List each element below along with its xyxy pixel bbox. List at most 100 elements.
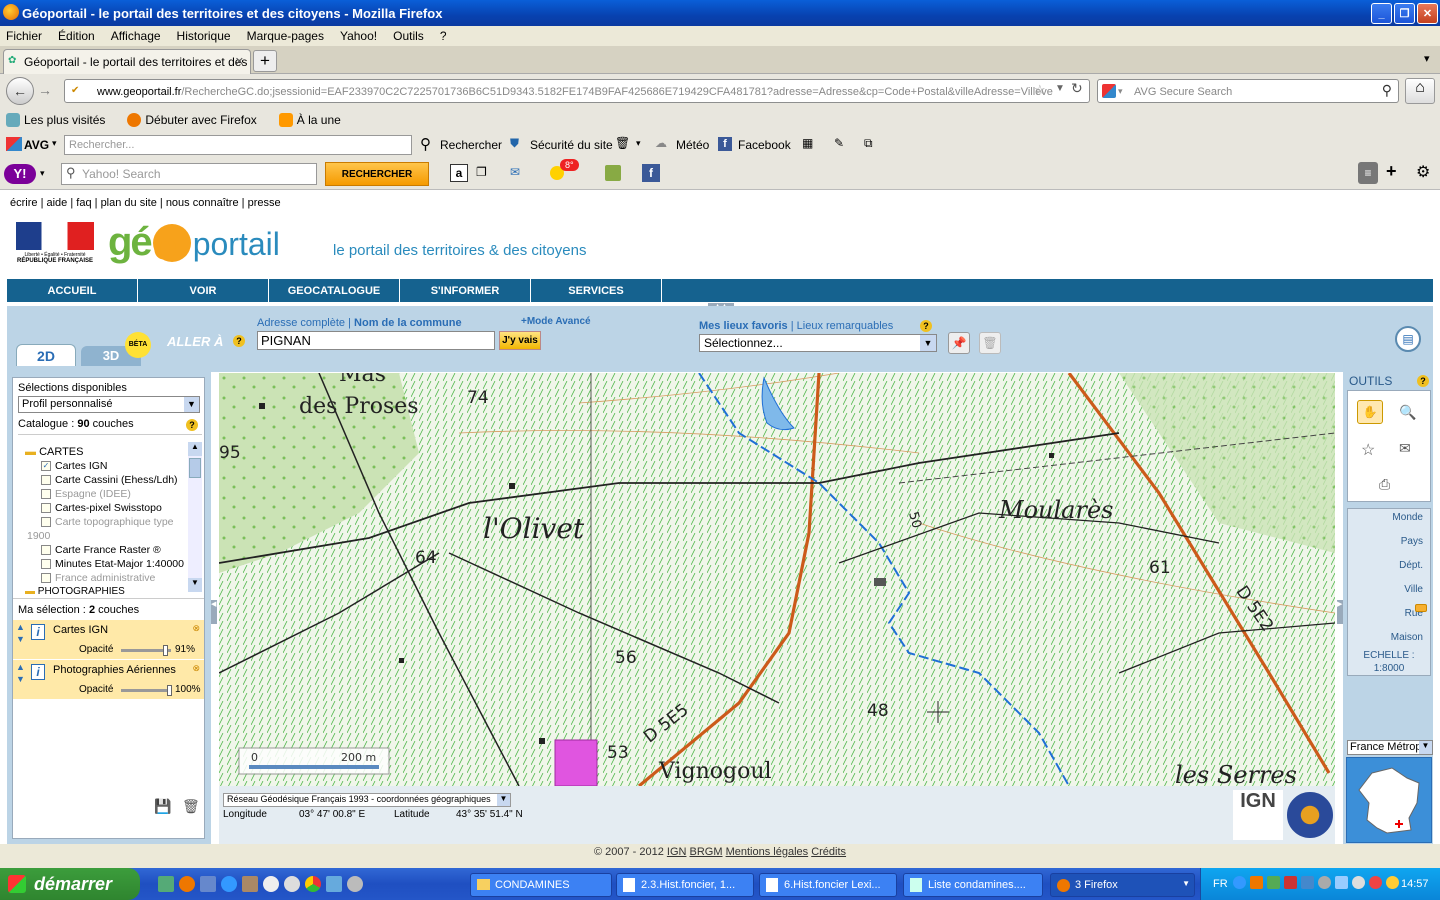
advanced-mode-link[interactable]: +Mode Avancé xyxy=(521,316,591,327)
yahoo-search-input[interactable]: ⚲ Yahoo! Search xyxy=(61,163,317,185)
yahoo-search-button[interactable]: RECHERCHER xyxy=(325,162,429,186)
mail-icon[interactable]: ✉ xyxy=(510,165,520,179)
help-icon[interactable]: ? xyxy=(186,419,198,431)
menu-edition[interactable]: Édition xyxy=(58,29,95,43)
envelope-icon[interactable]: ✉ xyxy=(1399,440,1411,457)
help-icon[interactable]: ? xyxy=(1417,375,1429,387)
minimize-button[interactable]: _ xyxy=(1371,3,1392,24)
search-icon[interactable]: ⚲ xyxy=(1382,82,1392,99)
commune-input[interactable]: PIGNAN xyxy=(257,331,495,350)
trash-icon[interactable]: 🗑 xyxy=(182,798,200,815)
search-bar[interactable]: ▾ AVG Secure Search ⚲ xyxy=(1097,79,1399,103)
opacity-slider[interactable] xyxy=(121,685,172,696)
app-icon[interactable] xyxy=(347,876,363,892)
nav-sinformer[interactable]: S'INFORMER xyxy=(400,279,531,302)
tray-icon[interactable] xyxy=(1267,876,1280,889)
firefox-icon[interactable] xyxy=(179,876,195,892)
nav-accueil[interactable]: ACCUEIL xyxy=(7,279,138,302)
task-condamines[interactable]: CONDAMINES xyxy=(470,873,612,897)
print-icon[interactable]: ⎙ xyxy=(1379,476,1390,493)
app-icon[interactable] xyxy=(242,876,258,892)
link-sitemap[interactable]: plan du site xyxy=(101,197,157,209)
menu-fichier[interactable]: Fichier xyxy=(6,29,42,43)
zoom-level[interactable]: Pays xyxy=(1347,536,1423,560)
bookmark-most-visited[interactable]: Les plus visités xyxy=(6,113,105,127)
trash-icon[interactable]: 🗑 xyxy=(615,136,630,150)
profile-select[interactable]: Profil personnalisé ▼ xyxy=(18,396,200,413)
address-link[interactable]: Adresse complète xyxy=(257,317,345,329)
footer-link-brgm[interactable]: BRGM xyxy=(690,846,723,858)
avg-dropdown-icon[interactable]: ▾ xyxy=(52,138,57,149)
task-hist-foncier-lexi[interactable]: 6.Hist.foncier Lexi... xyxy=(759,873,897,897)
region-select[interactable]: France Métrop ▼ xyxy=(1347,740,1433,755)
move-down-icon[interactable]: ▼ xyxy=(16,634,25,644)
plus-icon[interactable]: + xyxy=(1386,161,1397,182)
menu-yahoo[interactable]: Yahoo! xyxy=(340,29,377,43)
zoom-icon[interactable]: 🔍 xyxy=(1399,404,1416,421)
ign-logo[interactable]: IGN xyxy=(1233,790,1283,840)
volume-icon[interactable] xyxy=(1352,876,1365,889)
pages-icon[interactable]: ❐ xyxy=(476,165,487,179)
checkbox[interactable] xyxy=(41,489,51,500)
checkbox-checked[interactable]: ✓ xyxy=(41,461,51,472)
zoom-level[interactable]: Dépt. xyxy=(1347,560,1423,584)
menu-help[interactable]: ? xyxy=(440,29,447,43)
layers-scrollbar[interactable]: ▲ ▼ xyxy=(188,442,202,592)
nav-geocatalogue[interactable]: GEOCATALOGUE xyxy=(269,279,400,302)
opacity-slider-handle[interactable] xyxy=(163,645,168,656)
list-icon[interactable]: ≡ xyxy=(1358,162,1378,184)
geoportail-logo[interactable]: géo portail xyxy=(108,220,280,268)
back-button[interactable]: ← xyxy=(6,77,34,105)
task-liste-condamines[interactable]: Liste condamines.... xyxy=(903,873,1043,897)
weather-button[interactable]: Météo xyxy=(676,138,709,152)
layer-item[interactable]: Carte Cassini (Ehess/Ldh) xyxy=(41,474,189,488)
zoom-slider-handle[interactable] xyxy=(1415,604,1427,612)
nav-voir[interactable]: VOIR xyxy=(138,279,269,302)
browser-tab[interactable]: ✿ Géoportail - le portail des territoire… xyxy=(3,49,251,74)
menu-historique[interactable]: Historique xyxy=(177,29,231,43)
checkbox[interactable] xyxy=(41,545,51,556)
checkbox[interactable] xyxy=(41,475,51,486)
url-bar[interactable]: ✔ www.geoportail.fr/RechercheGC.do;jsess… xyxy=(64,79,1090,103)
tray-icon[interactable] xyxy=(1233,876,1246,889)
chrome-icon[interactable] xyxy=(305,876,321,892)
overview-map[interactable] xyxy=(1346,757,1432,843)
move-up-icon[interactable]: ▲ xyxy=(16,622,25,632)
zoom-level[interactable]: Rue xyxy=(1347,608,1423,632)
bookmark-headlines[interactable]: À la une xyxy=(278,113,341,127)
folder-cartes[interactable]: ▬ CARTES xyxy=(25,446,83,458)
app-icon[interactable] xyxy=(326,876,342,892)
tab-2d[interactable]: 2D xyxy=(16,344,76,366)
info-icon[interactable]: i xyxy=(31,664,45,680)
checkbox[interactable] xyxy=(41,573,51,584)
map-viewport[interactable]: Mas des Proses 74 95 l'Olivet 64 56 D 5E… xyxy=(219,373,1335,786)
search-engine-dropdown-icon[interactable]: ▾ xyxy=(1118,86,1123,97)
tray-icon[interactable] xyxy=(1369,876,1382,889)
favorites-select[interactable]: Sélectionnez... ▼ xyxy=(699,334,937,352)
checkbox[interactable] xyxy=(41,559,51,570)
notepad-icon[interactable]: ✎ xyxy=(834,136,844,150)
topographic-map[interactable]: Mas des Proses 74 95 l'Olivet 64 56 D 5E… xyxy=(219,373,1335,786)
link-about[interactable]: nous connaître xyxy=(166,197,239,209)
menu-affichage[interactable]: Affichage xyxy=(111,29,161,43)
link-faq[interactable]: faq xyxy=(76,197,91,209)
layer-item[interactable]: Carte France Raster ® xyxy=(41,544,189,558)
collapse-left-icon[interactable]: ◀ xyxy=(211,600,217,624)
bookmark-getting-started[interactable]: Débuter avec Firefox xyxy=(127,113,257,127)
pan-hand-icon[interactable]: ✋ xyxy=(1357,400,1383,424)
snapshot-icon[interactable]: ⧉ xyxy=(864,136,873,151)
amazon-icon[interactable]: a xyxy=(450,164,468,182)
close-button[interactable]: ✕ xyxy=(1417,3,1438,24)
nav-services[interactable]: SERVICES xyxy=(531,279,662,302)
yahoo-dropdown-icon[interactable]: ▾ xyxy=(40,168,45,179)
remove-layer-icon[interactable]: ⊗ xyxy=(192,663,200,674)
link-press[interactable]: presse xyxy=(248,197,281,209)
zoom-level[interactable]: Monde xyxy=(1347,512,1423,536)
tray-icon[interactable] xyxy=(1301,876,1314,889)
network-icon[interactable] xyxy=(1318,876,1331,889)
star-icon[interactable]: ☆ xyxy=(1361,440,1375,460)
site-security-button[interactable]: Sécurité du site xyxy=(530,138,613,152)
projection-select[interactable]: Réseau Géodésique Français 1993 - coordo… xyxy=(223,793,511,807)
app-icon[interactable] xyxy=(200,876,216,892)
yahoo-logo-icon[interactable]: Y! xyxy=(4,164,36,184)
